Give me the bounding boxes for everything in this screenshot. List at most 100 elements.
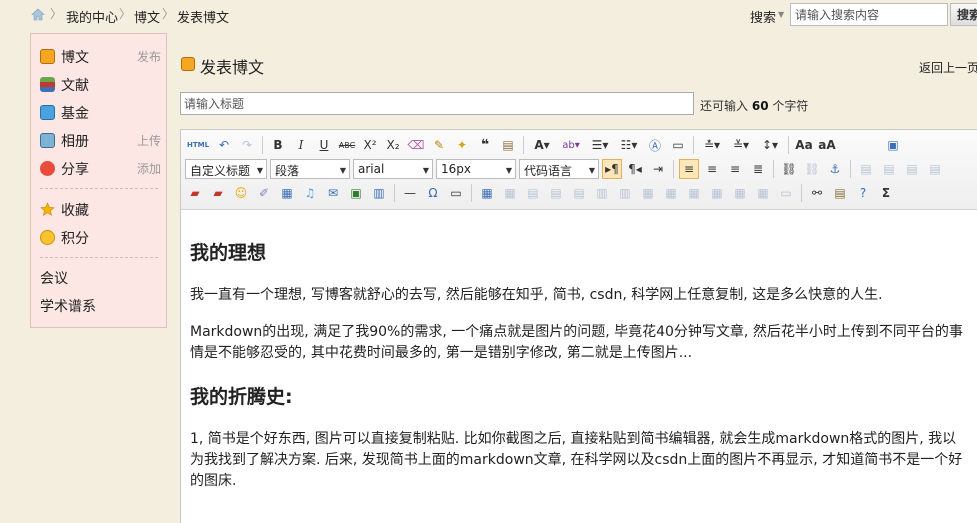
chevron-down-icon[interactable]: ▼ [778, 10, 784, 19]
home-icon[interactable] [31, 8, 45, 21]
sidebar-item-conference[interactable]: 会议 [40, 268, 68, 288]
magic-wand-icon[interactable]: ✦ [452, 135, 472, 155]
paragraph-select[interactable]: 段落 ▼ [270, 159, 350, 179]
align-justify-icon[interactable]: ≣ [748, 159, 768, 179]
split-cells-icon[interactable]: ▦ [707, 183, 727, 203]
template-icon[interactable]: ▥ [369, 183, 389, 203]
code-language-select[interactable]: 代码语言 ▼ [519, 159, 599, 179]
ltr-direction-icon[interactable]: ▸¶ [602, 159, 622, 179]
search-input[interactable] [790, 3, 948, 26]
select-all-icon[interactable]: Ⓐ [645, 135, 665, 155]
insert-image-icon[interactable]: ▰ [208, 183, 228, 203]
font-size-select[interactable]: 16px ▼ [436, 159, 516, 179]
sidebar-item-literature[interactable]: 文献 [40, 74, 160, 96]
breadcrumb-blog[interactable]: 博文 [134, 7, 160, 26]
sidebar-item-album[interactable]: 相册 上传 [40, 130, 161, 152]
map-icon[interactable]: ▣ [346, 183, 366, 203]
rtl-direction-icon[interactable]: ¶◂ [625, 159, 645, 179]
upload-link[interactable]: 上传 [137, 132, 161, 149]
highlight-color-icon[interactable]: ab▾ [558, 135, 584, 155]
sidebar-item-favorites[interactable]: 收藏 [40, 199, 160, 221]
merge-right-icon[interactable]: ▦ [661, 183, 681, 203]
search-type-label[interactable]: 搜索 [750, 7, 776, 26]
editor-content[interactable]: 我的理想 我一直有一个理想, 写博客就舒心的去写, 然后能够在知乎, 简书, c… [190, 220, 970, 508]
emotion-icon[interactable]: ☺ [231, 183, 251, 203]
align-right-icon[interactable]: ≡ [725, 159, 745, 179]
split-rows-icon[interactable]: ▦ [730, 183, 750, 203]
breadcrumb-my-center[interactable]: 我的中心 [66, 7, 118, 26]
clear-doc-icon[interactable]: ▭ [668, 135, 688, 155]
special-char-icon[interactable]: Ω [423, 183, 443, 203]
binoculars-icon[interactable]: ⚯ [807, 183, 827, 203]
image-right-icon[interactable]: ▤ [902, 159, 922, 179]
italic-icon[interactable]: I [291, 135, 311, 155]
merge-cells-icon[interactable]: ▦ [638, 183, 658, 203]
strikethrough-icon[interactable]: ABC [337, 135, 357, 155]
subscript-icon[interactable]: X₂ [383, 135, 403, 155]
search-button[interactable]: 搜索 [950, 3, 977, 26]
indent-icon[interactable]: ⇥ [648, 159, 668, 179]
ordered-list-icon[interactable]: ☰▾ [587, 135, 613, 155]
merge-down-icon[interactable]: ▦ [684, 183, 704, 203]
font-color-icon[interactable]: A▾ [529, 135, 555, 155]
scrawl-icon[interactable]: ✐ [254, 183, 274, 203]
sidebar-item-fund[interactable]: 基金 [40, 102, 160, 124]
redo-icon[interactable]: ↷ [237, 135, 257, 155]
print-icon[interactable]: ▤ [830, 183, 850, 203]
fullscreen-icon[interactable]: ▣ [883, 135, 903, 155]
delete-table-icon[interactable]: ▦ [500, 183, 520, 203]
underline-icon[interactable]: U [314, 135, 334, 155]
eraser-icon[interactable]: ⌫ [406, 135, 426, 155]
formula-icon[interactable]: Σ [876, 183, 896, 203]
sidebar-item-points[interactable]: 积分 [40, 227, 160, 249]
music-icon[interactable]: ♫ [300, 183, 320, 203]
bold-icon[interactable]: B [268, 135, 288, 155]
align-left-icon[interactable]: ≡ [679, 159, 699, 179]
align-center-icon[interactable]: ≡ [702, 159, 722, 179]
row-spacing-bottom-icon[interactable]: ≚▾ [728, 135, 754, 155]
divider [788, 136, 789, 154]
undo-icon[interactable]: ↶ [214, 135, 234, 155]
row-spacing-top-icon[interactable]: ≛▾ [699, 135, 725, 155]
line-height-icon[interactable]: ↕▾ [757, 135, 783, 155]
attachment-icon[interactable]: ✉ [323, 183, 343, 203]
image-left-icon[interactable]: ▤ [879, 159, 899, 179]
unordered-list-icon[interactable]: ☷▾ [616, 135, 642, 155]
horizontal-rule-icon[interactable]: — [400, 183, 420, 203]
html-source-icon[interactable]: HTML [185, 135, 211, 155]
anchor-icon[interactable]: ⚓ [825, 159, 845, 179]
back-link[interactable]: 返回上一页 [919, 59, 977, 76]
split-cols-icon[interactable]: ▦ [753, 183, 773, 203]
add-link[interactable]: 添加 [137, 160, 161, 177]
delete-row-icon[interactable]: ▤ [569, 183, 589, 203]
sidebar-item-blog[interactable]: 博文 发布 [40, 46, 161, 68]
date-icon[interactable]: ▭ [446, 183, 466, 203]
image-center-icon[interactable]: ▤ [925, 159, 945, 179]
superscript-icon[interactable]: X² [360, 135, 380, 155]
blockquote-icon[interactable]: ❝ [475, 135, 495, 155]
format-painter-icon[interactable]: ✎ [429, 135, 449, 155]
insert-row-icon[interactable]: ▤ [546, 183, 566, 203]
sidebar-item-share[interactable]: 分享 添加 [40, 158, 161, 180]
heading-select[interactable]: 自定义标题 ▼ [185, 159, 267, 179]
sidebar-item-academic-lineage[interactable]: 学术谱系 [40, 296, 96, 316]
link-icon[interactable]: ⛓ [779, 159, 799, 179]
paste-plain-icon[interactable]: ▤ [498, 135, 518, 155]
insert-paragraph-before-table-icon[interactable]: ▤ [523, 183, 543, 203]
chart-icon[interactable]: ▭ [776, 183, 796, 203]
delete-col-icon[interactable]: ▥ [615, 183, 635, 203]
publish-link[interactable]: 发布 [137, 48, 161, 65]
font-family-select[interactable]: arial ▼ [353, 159, 433, 179]
help-icon[interactable]: ? [853, 183, 873, 203]
image-none-icon[interactable]: ▤ [856, 159, 876, 179]
insert-col-icon[interactable]: ▥ [592, 183, 612, 203]
unlink-icon[interactable]: ⛓ [802, 159, 822, 179]
case-upper-icon[interactable]: Aa [794, 135, 814, 155]
insert-table-icon[interactable]: ▦ [477, 183, 497, 203]
insert-video-icon[interactable]: ▦ [277, 183, 297, 203]
remaining-count: 60 [751, 99, 769, 113]
simple-upload-icon[interactable]: ▰ [185, 183, 205, 203]
case-lower-icon[interactable]: aA [817, 135, 837, 155]
coins-icon [40, 230, 55, 245]
title-input[interactable] [180, 92, 694, 115]
